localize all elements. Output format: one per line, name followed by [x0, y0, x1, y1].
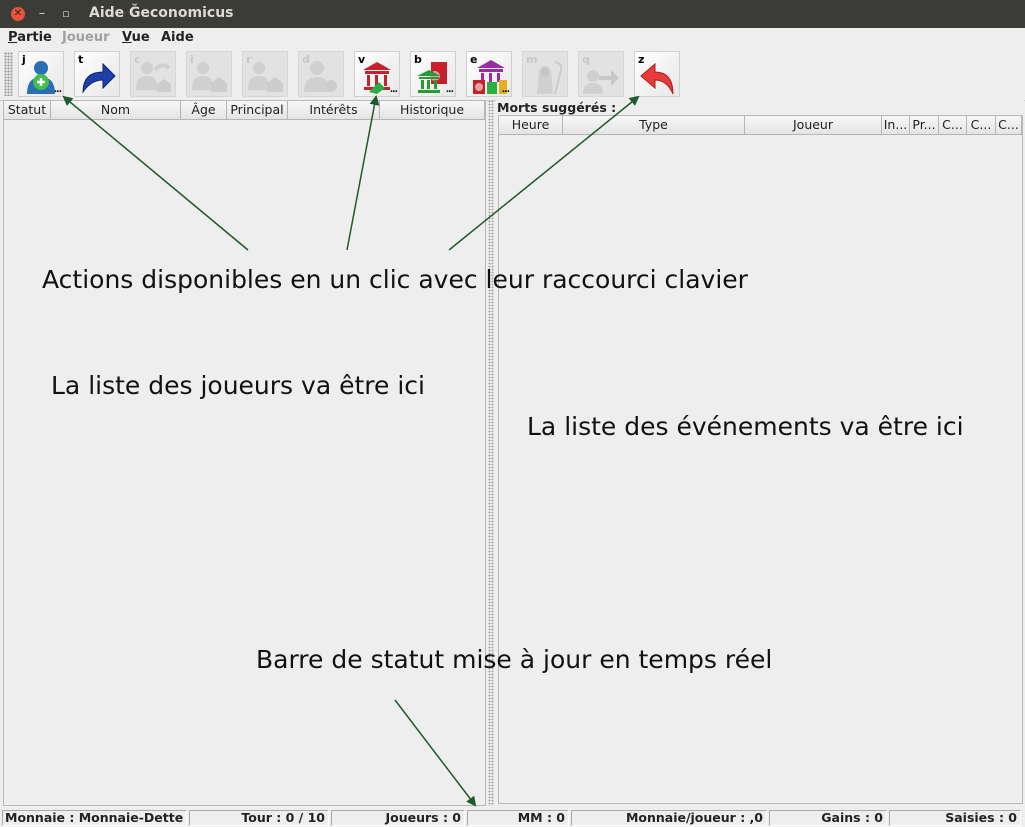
status-monnaie: Monnaie : Monnaie-Dette	[2, 810, 187, 826]
status-gains: Gains : 0	[769, 810, 887, 826]
annotation-events: La liste des événements va être ici	[527, 412, 964, 441]
status-joueurs: Joueurs : 0	[331, 810, 465, 826]
arrow-to-undo	[448, 95, 640, 251]
status-saisies: Saisies : 0	[889, 810, 1021, 826]
arrow-to-add-player	[62, 95, 249, 251]
arrow-to-bank-sale	[346, 95, 380, 251]
annotation-players: La liste des joueurs va être ici	[51, 371, 425, 400]
status-tour: Tour : 0 / 10	[189, 810, 329, 826]
annotation-actions: Actions disponibles en un clic avec leur…	[42, 265, 748, 294]
status-monnaie-par-joueur: Monnaie/joueur : ,0	[571, 810, 767, 826]
status-mm: MM : 0	[467, 810, 569, 826]
status-bar: Monnaie : Monnaie-Dette Tour : 0 / 10 Jo…	[0, 808, 1025, 827]
annotation-status: Barre de statut mise à jour en temps rée…	[256, 645, 773, 674]
arrow-to-statusbar	[394, 699, 477, 807]
